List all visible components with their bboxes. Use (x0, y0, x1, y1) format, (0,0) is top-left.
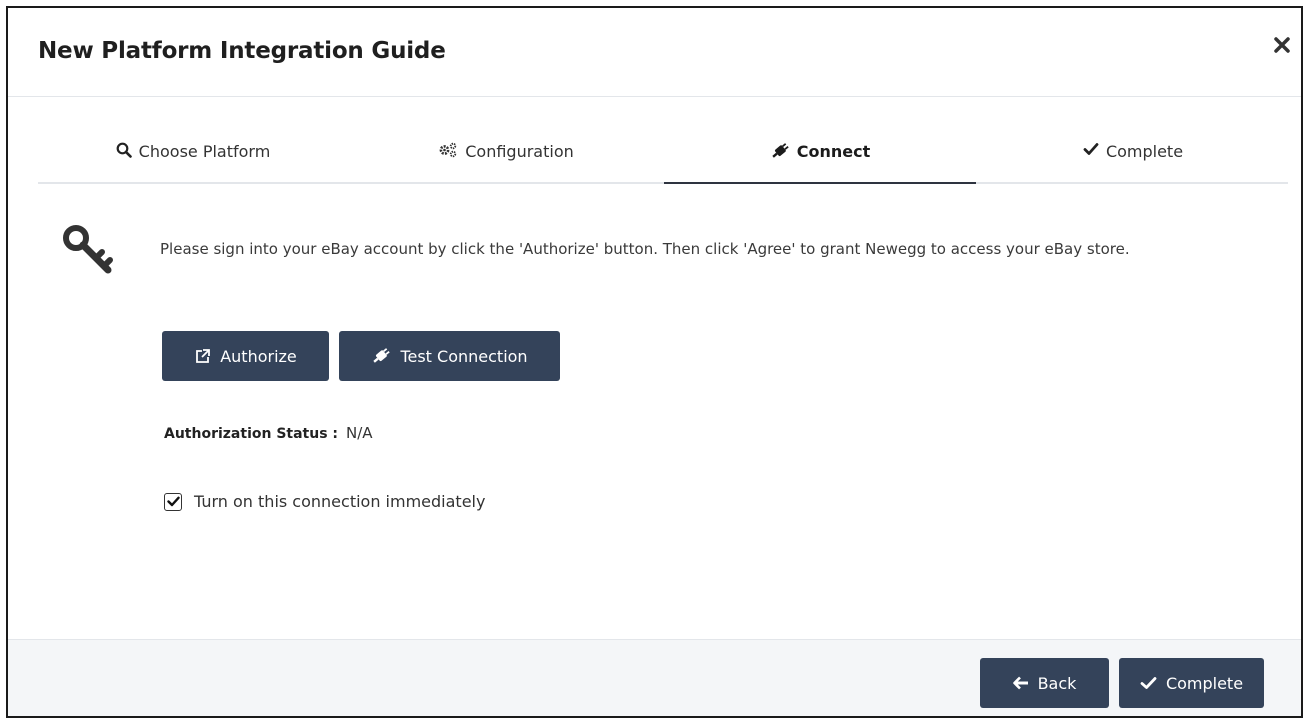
authorization-status: Authorization Status : N/A (164, 424, 373, 442)
close-icon (1274, 37, 1290, 53)
connect-instructions: Please sign into your eBay account by cl… (160, 240, 1130, 258)
back-button[interactable]: Back (980, 658, 1109, 708)
tab-choose-platform[interactable]: Choose Platform (38, 130, 348, 182)
modal-footer: Back Complete (8, 639, 1301, 716)
tab-label: Complete (1105, 142, 1184, 161)
tab-connect[interactable]: Connect (664, 130, 976, 184)
external-link-icon (194, 348, 211, 365)
modal-header: New Platform Integration Guide (8, 8, 1301, 97)
authorize-label: Authorize (220, 346, 297, 366)
status-label: Authorization Status : (164, 426, 339, 442)
plug-icon (371, 347, 391, 365)
status-value: N/A (346, 424, 373, 442)
complete-label: Complete (1165, 673, 1244, 693)
modal-title: New Platform Integration Guide (38, 38, 446, 64)
integration-guide-modal: New Platform Integration Guide Choose Pl… (6, 6, 1303, 718)
checkmark-icon (166, 496, 180, 507)
tab-label: Connect (796, 142, 871, 161)
test-connection-label: Test Connection (400, 346, 528, 366)
key-icon (62, 224, 118, 280)
turn-on-connection-checkbox[interactable] (164, 492, 182, 511)
tab-label: Configuration (465, 142, 574, 161)
test-connection-button[interactable]: Test Connection (339, 331, 560, 381)
tab-configuration[interactable]: Configuration (351, 130, 661, 182)
back-label: Back (1037, 673, 1077, 693)
plug-icon (770, 142, 790, 160)
wizard-steps: Choose Platform Configuration Connect Co… (38, 130, 1288, 184)
turn-on-connection-label[interactable]: Turn on this connection immediately (194, 492, 485, 511)
tab-complete[interactable]: Complete (978, 130, 1288, 182)
complete-button[interactable]: Complete (1119, 658, 1264, 708)
arrow-left-icon (1012, 676, 1029, 690)
check-icon (1140, 676, 1157, 690)
cogs-icon (438, 142, 458, 158)
check-icon (1083, 142, 1099, 156)
search-icon (116, 142, 132, 158)
close-button[interactable] (1271, 34, 1293, 56)
turn-on-connection-row: Turn on this connection immediately (164, 492, 485, 511)
tab-label: Choose Platform (138, 142, 271, 161)
authorize-button[interactable]: Authorize (162, 331, 329, 381)
